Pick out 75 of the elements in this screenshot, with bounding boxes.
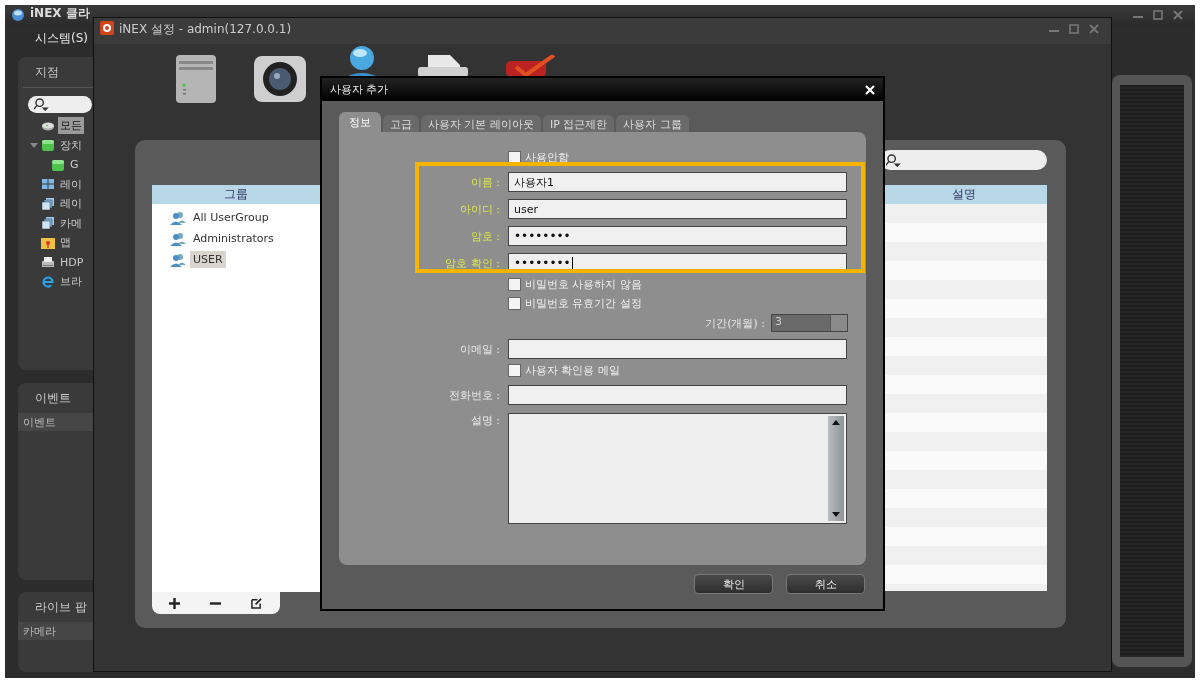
users-icon xyxy=(170,231,186,246)
grid-icon xyxy=(41,177,55,192)
tab[interactable]: IP 접근제한 xyxy=(543,115,615,132)
tree-item[interactable]: 레이 xyxy=(58,195,84,213)
tree-item[interactable]: HDP xyxy=(58,254,86,270)
expand-arrow-icon[interactable] xyxy=(30,141,38,150)
maximize-icon[interactable] xyxy=(1069,24,1079,34)
field-label: 아이디 : xyxy=(458,201,500,217)
panel-title: 지점 xyxy=(34,64,60,81)
checkbox-label: 사용자 확인용 메일 xyxy=(525,362,620,378)
list-item[interactable]: USER xyxy=(190,251,226,268)
field-label: 기간(개월) : xyxy=(705,315,765,331)
checkbox-label: 비밀번호 사용하지 않음 xyxy=(525,276,642,292)
text-area[interactable] xyxy=(508,413,847,524)
panel-title: 라이브 팝 xyxy=(34,599,88,616)
password-field[interactable]: •••••••• xyxy=(508,226,847,246)
column-header: 이벤트 xyxy=(22,414,56,430)
column-header: 설명 xyxy=(951,186,976,203)
search-field[interactable] xyxy=(28,96,92,113)
tree-item[interactable]: 모든 xyxy=(58,117,84,135)
column-header: 카메라 xyxy=(22,623,56,639)
field-label: 설명 : xyxy=(469,413,500,428)
field-label: 전화번호 : xyxy=(447,387,500,403)
dialog-button[interactable]: 확인 xyxy=(694,574,773,594)
maximize-icon[interactable] xyxy=(1153,10,1163,20)
tree-item[interactable]: 브라 xyxy=(58,273,84,291)
input-field[interactable]: 사용자1 xyxy=(508,172,847,192)
tree-item[interactable]: G xyxy=(68,157,81,173)
dialog-title: 사용자 추가 xyxy=(330,82,389,97)
window-title: iNEX 설정 - admin(127.0.0.1) xyxy=(119,21,292,38)
tree-item[interactable]: 레이 xyxy=(58,175,84,193)
scroll-up-icon[interactable] xyxy=(831,419,841,427)
tab[interactable]: 사용자 그룹 xyxy=(616,115,689,132)
panel-title: 이벤트 xyxy=(34,390,72,407)
checkbox[interactable] xyxy=(508,363,521,377)
checkbox[interactable] xyxy=(508,277,521,291)
field-label: 이메일 : xyxy=(458,341,500,357)
menu-item[interactable]: 시스템(S) xyxy=(35,31,88,45)
input-field[interactable] xyxy=(508,339,847,359)
add-icon[interactable] xyxy=(169,597,180,609)
list-item[interactable]: All UserGroup xyxy=(190,209,272,226)
field-label: 암호 : xyxy=(469,228,500,244)
window-title: iNEX 클라 xyxy=(30,5,90,21)
tab[interactable]: 고급 xyxy=(383,115,419,132)
cube-icon xyxy=(51,157,65,172)
users-icon xyxy=(170,210,186,225)
input-field[interactable] xyxy=(508,385,847,405)
globe-icon xyxy=(11,8,25,22)
checkbox-label: 비밀번호 유효기간 설정 xyxy=(525,295,642,311)
edit-icon[interactable] xyxy=(251,597,262,609)
checkbox-label: 사용안함 xyxy=(525,149,569,165)
map-icon xyxy=(41,235,55,250)
field-label: 이름 : xyxy=(469,174,500,190)
globe-e-icon xyxy=(41,274,55,289)
field-label: 암호 확인 : xyxy=(444,255,500,271)
tab[interactable]: 사용자 기본 레이아웃 xyxy=(421,115,541,132)
stacked-squares-icon xyxy=(41,216,55,231)
search-icon xyxy=(886,153,901,167)
scroll-down-icon[interactable] xyxy=(831,510,841,518)
users-icon xyxy=(170,252,186,267)
tree-item[interactable]: 카메 xyxy=(58,214,84,232)
stacked-squares-icon xyxy=(41,196,55,211)
scrollbar[interactable] xyxy=(828,416,844,521)
search-icon xyxy=(34,98,49,111)
list-item[interactable]: Administrators xyxy=(190,230,277,247)
printer-icon xyxy=(41,255,55,270)
checkbox[interactable] xyxy=(508,296,521,310)
tree-item[interactable]: 맵 xyxy=(58,234,73,252)
tree-item[interactable]: 장치 xyxy=(58,136,84,154)
document-icon[interactable] xyxy=(418,55,468,77)
input-field[interactable]: user xyxy=(508,199,847,219)
camera-icon[interactable] xyxy=(254,56,306,102)
cube-icon xyxy=(41,138,55,153)
column-header: 그룹 xyxy=(152,185,320,204)
dialog-button[interactable]: 취소 xyxy=(786,574,865,594)
